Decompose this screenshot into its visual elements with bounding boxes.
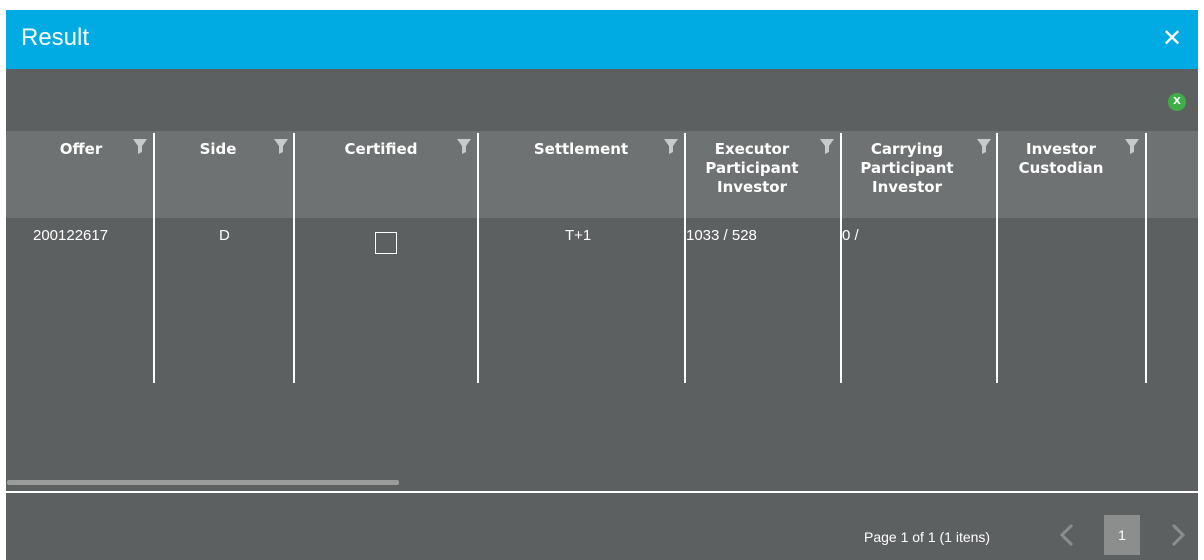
column-header-carrying[interactable]: Carrying Participant Investor	[847, 140, 967, 197]
column-divider[interactable]	[684, 133, 686, 383]
filter-icon[interactable]	[663, 138, 679, 154]
page-button-1[interactable]: 1	[1104, 515, 1140, 555]
cell-carrying: 0 /	[842, 227, 859, 244]
filter-icon[interactable]	[976, 138, 992, 154]
column-header-executor[interactable]: Executor Participant Investor	[692, 140, 812, 197]
column-divider[interactable]	[477, 133, 479, 383]
filter-icon[interactable]	[456, 138, 472, 154]
certified-checkbox[interactable]	[375, 232, 397, 254]
column-divider[interactable]	[996, 133, 998, 383]
horizontal-scrollbar[interactable]	[7, 480, 399, 485]
column-divider[interactable]	[840, 133, 842, 383]
grid-bottom-divider	[6, 491, 1198, 493]
cell-side: D	[219, 227, 230, 244]
dialog-titlebar: Result ✕	[6, 10, 1198, 69]
column-header-settlement[interactable]: Settlement	[516, 140, 646, 159]
column-divider[interactable]	[153, 133, 155, 383]
pager-summary: Page 1 of 1 (1 itens)	[864, 529, 991, 545]
result-dialog: Result ✕ X Offer Side Certified Settleme…	[6, 10, 1198, 560]
close-icon[interactable]: ✕	[1158, 22, 1186, 54]
filter-icon[interactable]	[819, 138, 835, 154]
cell-offer: 200122617	[33, 227, 109, 244]
column-divider[interactable]	[1145, 133, 1147, 383]
cell-settlement: T+1	[565, 227, 592, 244]
column-header-offer[interactable]: Offer	[46, 140, 116, 159]
column-header-side[interactable]: Side	[188, 140, 248, 159]
chevron-left-icon[interactable]	[1052, 515, 1082, 555]
column-header-custodian[interactable]: Investor Custodian	[1006, 140, 1116, 178]
filter-icon[interactable]	[1124, 138, 1140, 154]
filter-icon[interactable]	[132, 138, 148, 154]
cell-executor: 1033 / 528	[686, 227, 757, 244]
chevron-right-icon[interactable]	[1163, 515, 1193, 555]
filter-icon[interactable]	[273, 138, 289, 154]
dialog-title: Result	[21, 24, 90, 51]
excel-export-icon[interactable]: X	[1168, 93, 1186, 111]
column-divider[interactable]	[293, 133, 295, 383]
column-header-certified[interactable]: Certified	[326, 140, 436, 159]
